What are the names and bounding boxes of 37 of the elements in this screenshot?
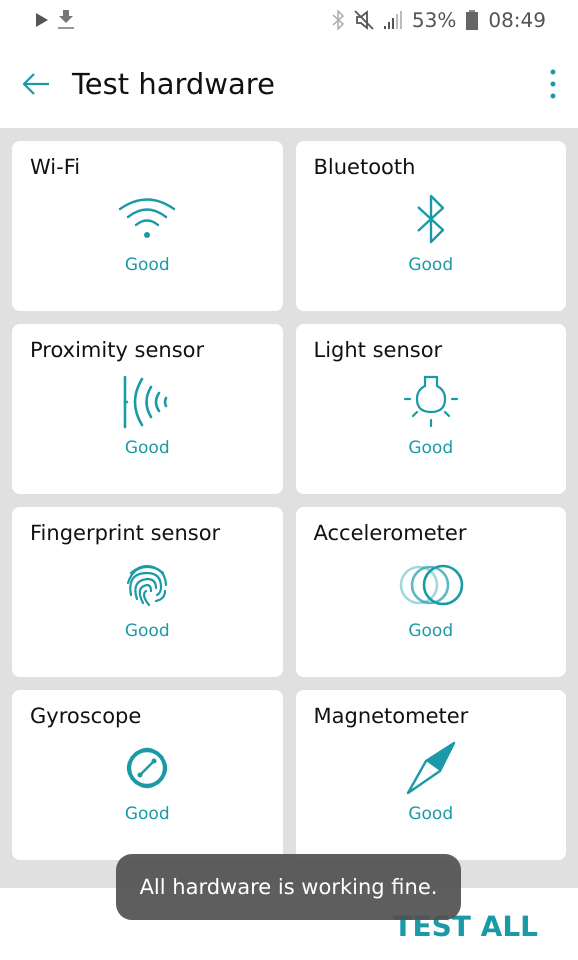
test-result: Good [408,255,454,275]
hardware-name: Accelerometer [314,521,466,545]
hardware-name: Light sensor [314,338,442,362]
signal-icon [384,11,402,29]
hardware-name: Wi-Fi [30,155,80,179]
bluetooth-icon [332,10,344,30]
hardware-card[interactable]: Gyroscope Good [12,690,282,860]
play-icon [36,13,48,27]
hardware-card[interactable]: Magnetometer Good [296,690,566,860]
hardware-name: Gyroscope [30,704,142,728]
test-result: Good [124,804,170,824]
hardware-card[interactable]: Fingerprint sensor Good [12,507,282,677]
hardware-card[interactable]: Accelerometer Good [296,507,566,677]
hardware-name: Proximity sensor [30,338,204,362]
hardware-name: Bluetooth [314,155,416,179]
hardware-name: Fingerprint sensor [30,521,220,545]
hardware-card[interactable]: Bluetooth Good [296,141,566,311]
test-result: Good [408,804,454,824]
screen-title: Test hardware [72,67,276,101]
clock: 08:49 [488,8,546,32]
test-result: Good [124,438,170,458]
mute-icon [354,10,374,30]
hardware-card[interactable]: Proximity sensor Good [12,324,282,494]
back-arrow-icon[interactable] [22,73,50,95]
hardware-name: Magnetometer [314,704,468,728]
overlapping-circles-icon [396,563,465,607]
battery-percent: 53% [412,8,456,32]
hardware-card[interactable]: Light sensor Good [296,324,566,494]
test-result: Good [408,621,454,641]
light-bulb-icon [402,374,459,430]
test-result: Good [408,438,454,458]
battery-icon [466,10,478,30]
download-icon [58,10,74,30]
test-result: Good [124,255,170,275]
more-options-icon[interactable] [550,69,556,99]
hardware-card[interactable]: Wi-Fi Good [12,141,282,311]
test-result: Good [124,621,170,641]
